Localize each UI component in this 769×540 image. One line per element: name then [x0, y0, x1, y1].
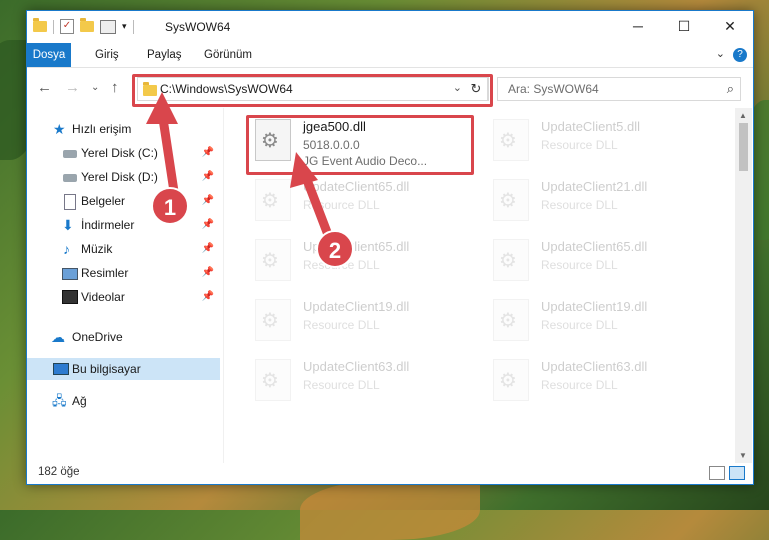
arrow-2-head [290, 152, 318, 188]
arrow-1-line [157, 107, 180, 203]
step-1-badge: 1 [151, 187, 189, 225]
step-2-badge: 2 [316, 230, 354, 268]
annotation-arrows [146, 92, 335, 245]
arrow-1-head [146, 92, 178, 124]
